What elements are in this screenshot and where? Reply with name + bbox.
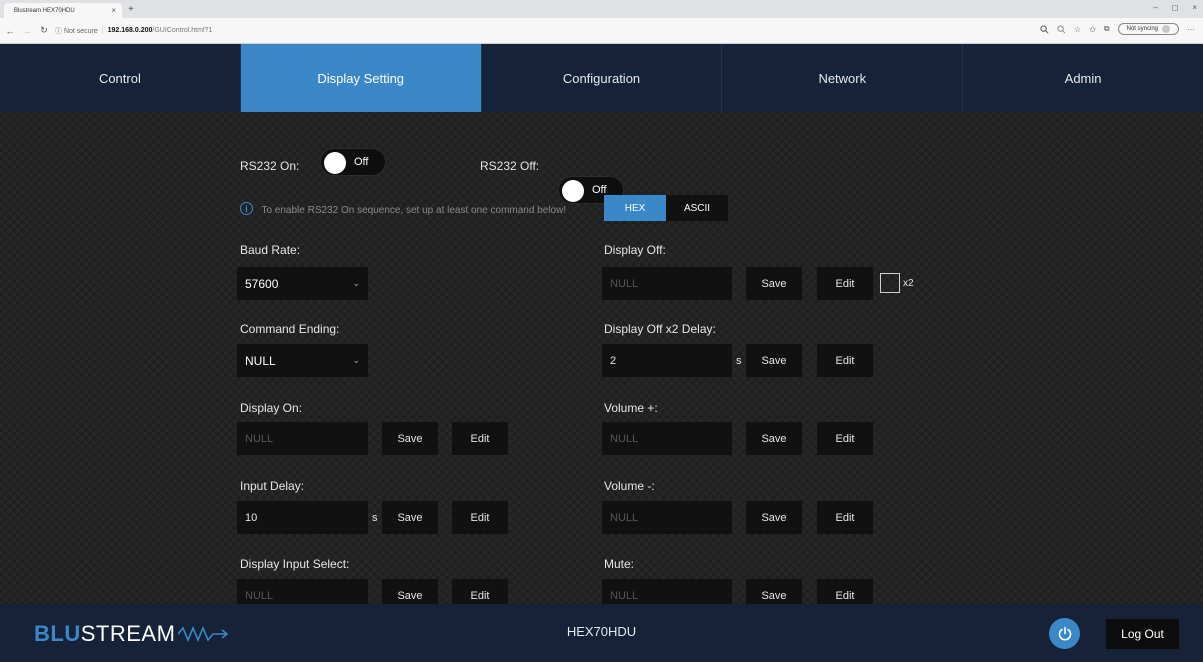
- more-menu-icon[interactable]: ···: [1187, 25, 1195, 34]
- display-off-edit-button[interactable]: Edit: [817, 267, 873, 300]
- url-host: 192.168.0.200: [107, 27, 153, 34]
- command-ending-value: NULL: [245, 353, 276, 368]
- mute-label: Mute:: [604, 557, 635, 571]
- new-tab-icon[interactable]: +: [128, 3, 134, 18]
- device-model: HEX70HDU: [566, 624, 637, 639]
- mute-edit-button[interactable]: Edit: [817, 579, 873, 604]
- browser-tab-strip: Blustream HEX70HDU × + – ◻ ×: [0, 0, 1203, 18]
- display-on-edit-button[interactable]: Edit: [452, 422, 508, 455]
- tab-close-icon[interactable]: ×: [111, 6, 116, 15]
- tab-network[interactable]: Network: [722, 44, 964, 112]
- main-navigation: Control Display Setting Configuration Ne…: [0, 44, 1203, 112]
- x2-delay-unit: s: [736, 355, 742, 367]
- browser-toolbar: ☆ ✩ ⧉ Not syncing ···: [1040, 23, 1195, 35]
- volume-down-input[interactable]: NULL: [602, 501, 732, 534]
- display-off-input[interactable]: NULL: [602, 267, 732, 300]
- baud-rate-select[interactable]: 57600 ⌄: [237, 267, 368, 300]
- search-icon[interactable]: [1057, 24, 1066, 34]
- rs232-on-state: Off: [354, 156, 369, 168]
- profile-avatar-icon: [1162, 25, 1170, 33]
- display-setting-panel: RS232 On: Off RS232 Off: Off i To enable…: [0, 112, 1203, 604]
- rs232-off-label: RS232 Off:: [480, 159, 540, 173]
- tab-display-setting[interactable]: Display Setting: [240, 44, 482, 112]
- info-icon: i: [240, 202, 253, 216]
- command-ending-label: Command Ending:: [240, 322, 340, 336]
- reload-icon[interactable]: ↻: [37, 25, 51, 36]
- window-close-icon[interactable]: ×: [1192, 3, 1197, 12]
- info-text: To enable RS232 On sequence, set up at l…: [261, 205, 567, 216]
- baud-rate-label: Baud Rate:: [240, 243, 301, 257]
- volume-down-save-button[interactable]: Save: [746, 501, 802, 534]
- browser-tab[interactable]: Blustream HEX70HDU ×: [4, 3, 122, 18]
- chevron-down-icon: ⌄: [352, 355, 360, 365]
- input-delay-save-button[interactable]: Save: [382, 501, 438, 534]
- logout-button[interactable]: Log Out: [1106, 619, 1179, 649]
- input-delay-edit-button[interactable]: Edit: [452, 501, 508, 534]
- volume-up-save-button[interactable]: Save: [746, 422, 802, 455]
- volume-up-label: Volume +:: [604, 401, 658, 415]
- display-off-x2-checkbox[interactable]: [880, 273, 900, 293]
- display-input-select-input[interactable]: NULL: [237, 579, 368, 604]
- display-on-label: Display On:: [240, 401, 303, 415]
- mute-input[interactable]: NULL: [602, 579, 732, 604]
- collections-icon[interactable]: ⧉: [1104, 24, 1110, 34]
- format-ascii-button[interactable]: ASCII: [666, 195, 728, 221]
- display-input-select-save-button[interactable]: Save: [382, 579, 438, 604]
- minimize-icon[interactable]: –: [1153, 3, 1157, 12]
- display-off-label: Display Off:: [604, 243, 666, 257]
- tab-control[interactable]: Control: [0, 44, 241, 112]
- tab-title: Blustream HEX70HDU: [14, 7, 75, 14]
- display-input-select-edit-button[interactable]: Edit: [452, 579, 508, 604]
- format-segmented-control: HEX ASCII: [604, 195, 728, 221]
- rs232-on-toggle[interactable]: Off: [320, 148, 386, 176]
- format-hex-button[interactable]: HEX: [604, 195, 666, 221]
- command-ending-select[interactable]: NULL ⌄: [237, 344, 368, 377]
- tab-configuration[interactable]: Configuration: [482, 44, 723, 112]
- display-off-x2-delay-input[interactable]: 2: [602, 344, 732, 377]
- volume-up-input[interactable]: NULL: [602, 422, 732, 455]
- favorite-star-icon[interactable]: ☆: [1074, 25, 1081, 34]
- footer-bar: BLU STREAM HEX70HDU Log Out: [0, 604, 1203, 662]
- toggle-knob: [562, 180, 584, 202]
- sync-button[interactable]: Not syncing: [1117, 23, 1179, 35]
- power-button[interactable]: [1049, 618, 1080, 649]
- rs232-info-message: i To enable RS232 On sequence, set up at…: [240, 200, 566, 218]
- display-off-x2-delay-label: Display Off x2 Delay:: [604, 322, 716, 336]
- display-off-save-button[interactable]: Save: [746, 267, 802, 300]
- tab-admin[interactable]: Admin: [963, 44, 1203, 112]
- address-bar: ← → ↻ ⓘ Not secure | 192.168.0.200/GUICo…: [0, 18, 1203, 44]
- zoom-icon[interactable]: [1040, 24, 1049, 34]
- back-icon[interactable]: ←: [3, 26, 17, 36]
- x2-delay-save-button[interactable]: Save: [746, 344, 802, 377]
- url-divider: |: [101, 27, 104, 34]
- sync-label: Not syncing: [1126, 26, 1158, 32]
- x2-delay-edit-button[interactable]: Edit: [817, 344, 873, 377]
- mute-save-button[interactable]: Save: [746, 579, 802, 604]
- chevron-down-icon: ⌄: [352, 278, 360, 288]
- display-on-input[interactable]: NULL: [237, 422, 368, 455]
- power-icon: [1058, 626, 1071, 640]
- input-delay-unit: s: [372, 512, 378, 524]
- volume-up-edit-button[interactable]: Edit: [817, 422, 873, 455]
- volume-down-edit-button[interactable]: Edit: [817, 501, 873, 534]
- x2-label: x2: [903, 278, 914, 289]
- display-input-select-label: Display Input Select:: [240, 557, 350, 571]
- favorites-icon[interactable]: ✩: [1089, 25, 1096, 34]
- url-field[interactable]: ⓘ Not secure | 192.168.0.200/GUIControl.…: [55, 26, 212, 36]
- display-on-save-button[interactable]: Save: [382, 422, 438, 455]
- baud-rate-value: 57600: [245, 276, 279, 291]
- not-secure-badge[interactable]: ⓘ Not secure: [55, 26, 98, 36]
- input-delay-label: Input Delay:: [240, 479, 305, 493]
- maximize-icon[interactable]: ◻: [1172, 3, 1179, 12]
- forward-icon[interactable]: →: [20, 26, 34, 36]
- window-controls: – ◻ ×: [1153, 3, 1197, 12]
- toggle-knob: [324, 152, 346, 174]
- url-path: /GUIControl.html?1: [152, 27, 213, 34]
- rs232-on-label: RS232 On:: [240, 159, 300, 173]
- volume-down-label: Volume -:: [604, 479, 655, 493]
- input-delay-input[interactable]: 10: [237, 501, 368, 534]
